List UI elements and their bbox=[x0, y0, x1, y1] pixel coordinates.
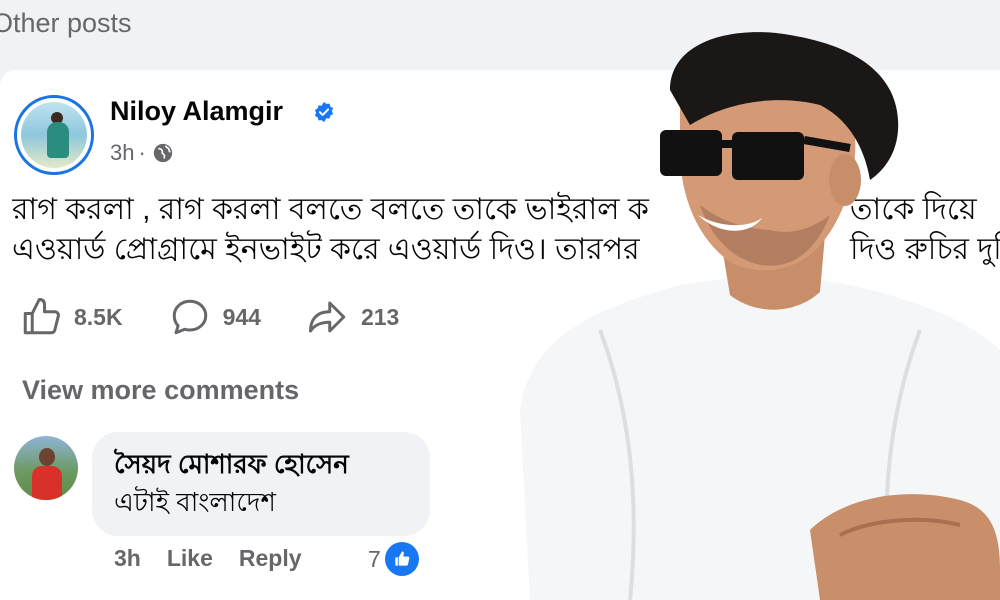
comment-count: 944 bbox=[222, 303, 261, 330]
comment-bubble-icon bbox=[172, 299, 207, 335]
reaction-count: 7 bbox=[368, 545, 381, 572]
like-button[interactable]: 8.5K bbox=[20, 296, 123, 338]
comment-like-button[interactable]: Like bbox=[167, 545, 213, 572]
globe-icon bbox=[153, 143, 172, 163]
post-time[interactable]: 3h bbox=[110, 140, 134, 166]
like-count: 8.5K bbox=[74, 303, 123, 330]
verified-badge-icon bbox=[314, 101, 334, 123]
share-arrow-icon bbox=[308, 301, 346, 333]
share-button[interactable]: 213 bbox=[307, 296, 399, 338]
like-reaction-icon bbox=[384, 542, 419, 576]
meta-separator: · bbox=[138, 140, 146, 165]
comment-button[interactable]: 944 bbox=[169, 296, 261, 338]
comment-bubble: সৈয়দ মোশারফ হোসেন এটাই বাংলাদেশ bbox=[92, 432, 430, 536]
thumbs-up-icon bbox=[23, 298, 60, 335]
comment-meta: 3h Like Reply bbox=[114, 545, 302, 572]
comment-text: এটাই বাংলাদেশ bbox=[114, 487, 276, 517]
comment-time[interactable]: 3h bbox=[114, 545, 141, 572]
view-more-comments-link[interactable]: View more comments bbox=[22, 375, 299, 406]
post-actions: 8.5K 944 213 bbox=[20, 296, 399, 338]
commenter-avatar[interactable] bbox=[14, 436, 78, 500]
comment-reactions[interactable]: 7 bbox=[368, 542, 419, 576]
avatar-photo bbox=[21, 102, 87, 168]
person-photo bbox=[520, 32, 1000, 600]
section-title: Other posts bbox=[0, 8, 132, 38]
comment-reply-button[interactable]: Reply bbox=[239, 545, 302, 572]
author-name[interactable]: Niloy Alamgir bbox=[110, 96, 283, 127]
post-meta: 3h · bbox=[110, 140, 174, 166]
share-count: 213 bbox=[360, 303, 400, 330]
author-avatar[interactable] bbox=[14, 95, 94, 175]
